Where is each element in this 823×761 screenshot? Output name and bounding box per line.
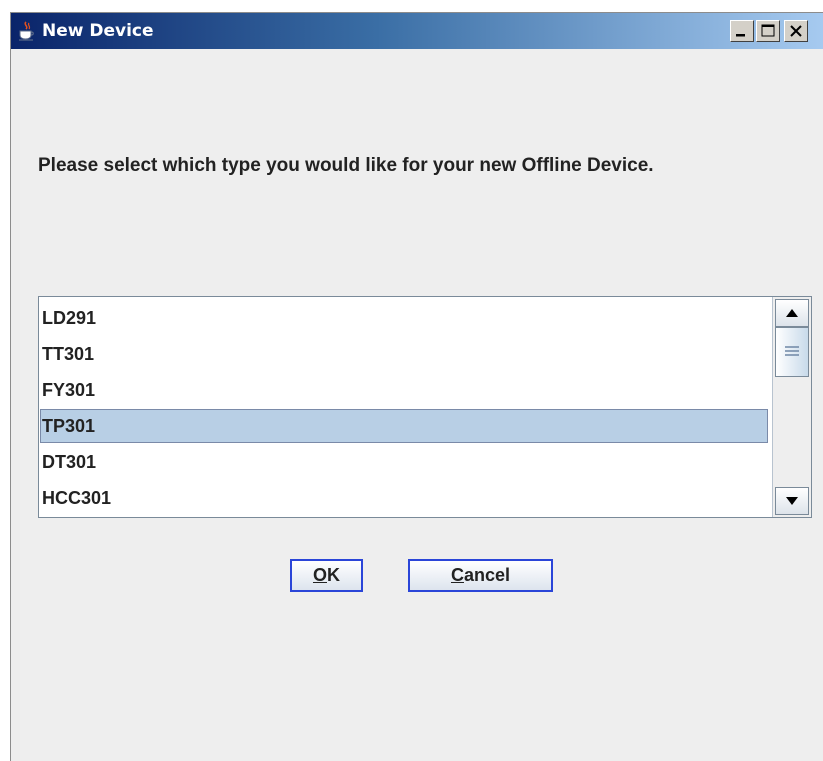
- arrow-up-icon: [786, 309, 798, 317]
- close-button[interactable]: [784, 20, 808, 42]
- maximize-button[interactable]: [756, 20, 780, 42]
- device-type-list[interactable]: LD291 TT301 FY301 TP301 DT301 HCC301: [38, 296, 812, 518]
- instruction-text: Please select which type you would like …: [38, 155, 654, 176]
- grip-lines-icon: [785, 346, 799, 356]
- ok-mnemonic: O: [312, 565, 327, 585]
- maximize-icon: [761, 24, 775, 37]
- device-type-list-items[interactable]: LD291 TT301 FY301 TP301 DT301 HCC301: [39, 297, 772, 517]
- list-item[interactable]: LD291: [40, 301, 768, 335]
- scroll-thumb[interactable]: [775, 327, 809, 377]
- list-item[interactable]: DT301: [40, 445, 768, 479]
- java-coffee-cup-icon: [17, 21, 37, 41]
- cancel-mnemonic: C: [450, 565, 464, 585]
- minimize-icon: [736, 34, 745, 37]
- arrow-down-icon: [786, 497, 798, 505]
- list-item-selected[interactable]: TP301: [40, 409, 768, 443]
- ok-label-rest: K: [327, 565, 340, 585]
- close-icon: [790, 25, 802, 37]
- list-item[interactable]: TT301: [40, 337, 768, 371]
- list-item[interactable]: HCC301: [40, 481, 768, 515]
- minimize-button[interactable]: [730, 20, 754, 42]
- cancel-label-rest: ancel: [463, 565, 511, 585]
- vertical-scrollbar[interactable]: [772, 297, 811, 517]
- scroll-up-button[interactable]: [775, 299, 809, 327]
- title-bar[interactable]: New Device: [11, 13, 823, 49]
- scroll-down-button[interactable]: [775, 487, 809, 515]
- window-title: New Device: [42, 21, 154, 41]
- cancel-button[interactable]: Cancel: [408, 559, 553, 592]
- ok-button[interactable]: OK: [290, 559, 363, 592]
- list-item[interactable]: FY301: [40, 373, 768, 407]
- new-device-dialog: New Device Please select which type you …: [10, 12, 823, 761]
